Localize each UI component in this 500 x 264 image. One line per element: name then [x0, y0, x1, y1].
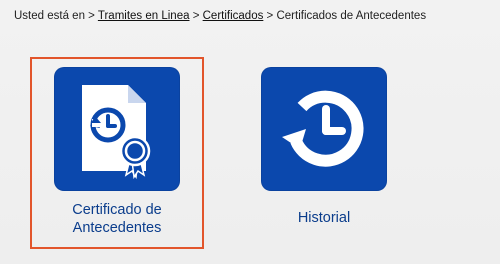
tile-icon-box[interactable]	[261, 67, 387, 191]
tile-certificado-antecedentes[interactable]: Certificado de Antecedentes	[30, 57, 204, 249]
page: Usted está en > Tramites en Linea > Cert…	[0, 0, 500, 264]
certificate-document-icon	[82, 85, 151, 179]
breadcrumb: Usted está en > Tramites en Linea > Cert…	[14, 10, 426, 22]
tile-label-line2: Antecedentes	[72, 220, 162, 236]
tile-icon-box[interactable]	[54, 67, 180, 191]
breadcrumb-link-certificados[interactable]: Certificados	[203, 10, 264, 22]
tile-label-certificado[interactable]: Certificado de Antecedentes	[72, 201, 161, 237]
breadcrumb-prefix: Usted está en >	[14, 10, 95, 22]
breadcrumb-current: Certificados de Antecedentes	[276, 10, 427, 22]
tile-label-line1: Certificado de	[72, 202, 162, 218]
breadcrumb-link-tramites[interactable]: Tramites en Linea	[98, 10, 190, 22]
history-clock-icon	[282, 90, 364, 167]
tile-label-historial[interactable]: Historial	[298, 209, 350, 227]
breadcrumb-separator: >	[266, 10, 274, 22]
breadcrumb-separator: >	[192, 10, 200, 22]
tile-historial[interactable]: Historial	[261, 67, 387, 237]
